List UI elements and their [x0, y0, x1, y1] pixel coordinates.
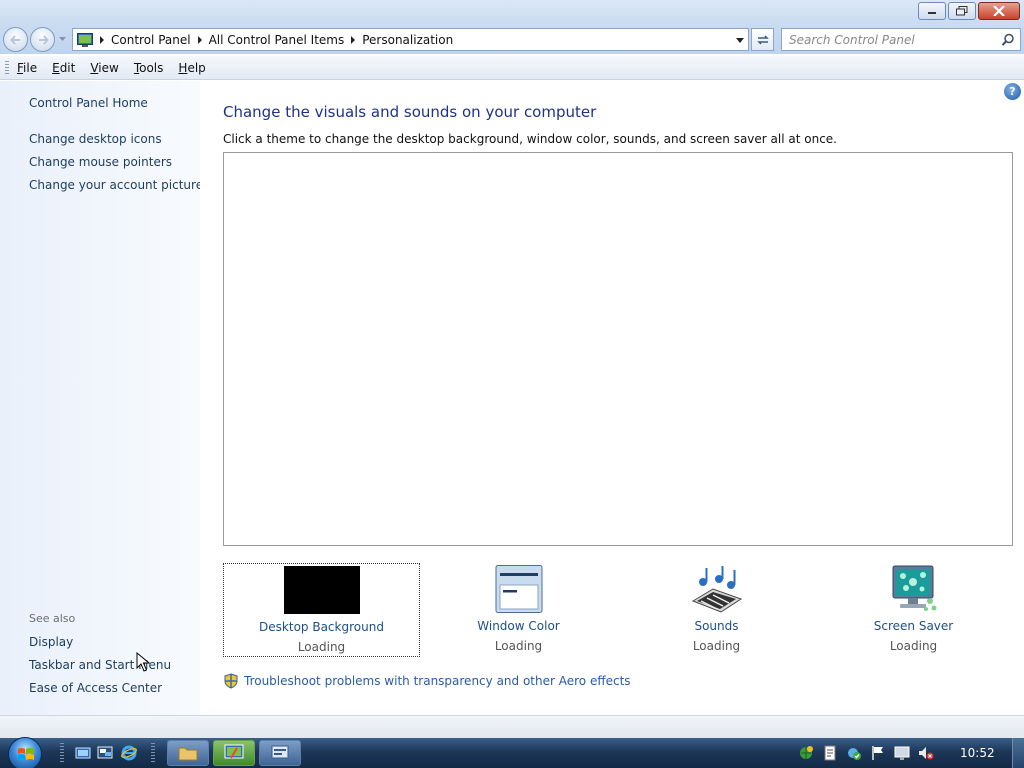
control-panel-home-link[interactable]: Control Panel Home	[29, 96, 148, 110]
search-icon[interactable]	[1001, 33, 1015, 47]
display-link[interactable]: Display	[29, 635, 73, 649]
start-button[interactable]	[8, 737, 42, 768]
clock[interactable]: 10:52	[960, 746, 995, 760]
back-arrow-icon	[10, 35, 20, 45]
see-also-heading: See also	[29, 612, 76, 625]
page-title: Change the visuals and sounds on your co…	[223, 103, 597, 121]
menu-help[interactable]: Help	[178, 61, 205, 75]
forward-arrow-icon	[39, 35, 49, 45]
remote-app[interactable]	[259, 740, 301, 766]
refresh-button[interactable]	[751, 28, 774, 51]
explorer-icon[interactable]	[75, 745, 91, 761]
navigation-bar: Control Panel All Control Panel Items Pe…	[0, 26, 1024, 54]
desktop-background-label: Desktop Background	[259, 620, 384, 634]
network-icon[interactable]	[798, 745, 814, 761]
menu-tools-label: ools	[139, 60, 164, 75]
change-account-picture-link[interactable]: Change your account picture	[29, 178, 203, 192]
window-color-tile[interactable]: Window Color Loading	[420, 563, 617, 657]
window-color-icon	[495, 565, 542, 613]
show-desktop-button[interactable]	[1012, 738, 1024, 768]
sounds-label: Sounds	[694, 619, 739, 633]
window-title-bar	[0, 0, 1024, 26]
troubleshoot-label[interactable]: Troubleshoot problems with transparency …	[244, 674, 631, 688]
breadcrumb-control-panel[interactable]: Control Panel	[111, 33, 191, 47]
screen-saver-tile[interactable]: Screen Saver Loading	[815, 563, 1012, 657]
screen-saver-icon	[892, 565, 936, 611]
breadcrumb-separator-icon[interactable]	[197, 35, 202, 44]
forward-button[interactable]	[30, 27, 55, 52]
window-color-label: Window Color	[477, 619, 560, 633]
status-bar	[0, 715, 1024, 738]
breadcrumb-personalization[interactable]: Personalization	[362, 33, 453, 47]
breadcrumb-all-control-panel-items[interactable]: All Control Panel Items	[209, 33, 345, 47]
sounds-tile[interactable]: Sounds Loading	[618, 563, 815, 657]
breadcrumb-separator-icon[interactable]	[351, 35, 356, 44]
desktop-background-status: Loading	[297, 640, 346, 654]
close-button[interactable]	[978, 2, 1020, 20]
refresh-icon	[756, 34, 769, 45]
volume-muted-icon[interactable]	[918, 745, 934, 761]
display-icon[interactable]	[894, 745, 910, 761]
breadcrumb-separator-icon[interactable]	[100, 35, 104, 44]
close-icon	[993, 6, 1005, 16]
back-button[interactable]	[3, 27, 28, 52]
screen-saver-status: Loading	[889, 639, 938, 653]
file-explorer-app[interactable]	[167, 740, 209, 766]
minimize-button[interactable]	[918, 2, 946, 20]
desktop-background-tile[interactable]: Desktop Background Loading	[223, 563, 420, 657]
flag-icon[interactable]	[870, 745, 886, 761]
personalization-app[interactable]	[213, 740, 255, 766]
folder-icon	[178, 747, 198, 761]
shield-icon	[224, 673, 238, 689]
windows-logo-icon	[18, 748, 34, 760]
taskbar-grip[interactable]	[151, 743, 155, 763]
search-box[interactable]	[781, 28, 1021, 51]
navigation-pane: Control Panel Home Change desktop icons …	[0, 81, 203, 715]
menu-file-label: ile	[23, 60, 38, 75]
menu-bar: File Edit View Tools Help	[0, 56, 1024, 80]
theme-list[interactable]	[223, 152, 1013, 546]
control-panel-app-icon	[224, 744, 244, 759]
menu-tools[interactable]: Tools	[134, 61, 164, 75]
control-panel-icon	[77, 32, 93, 47]
minimize-icon	[928, 12, 936, 14]
window-controls	[918, 2, 1020, 20]
remote-app-icon	[271, 745, 289, 759]
security-icon[interactable]	[846, 745, 862, 761]
menu-help-label: elp	[187, 60, 206, 75]
sounds-icon	[691, 566, 742, 613]
desktop-background-icon	[283, 566, 360, 614]
menu-view[interactable]: View	[90, 61, 118, 75]
change-mouse-pointers-link[interactable]: Change mouse pointers	[29, 155, 172, 169]
restore-icon	[956, 6, 968, 16]
change-desktop-icons-link[interactable]: Change desktop icons	[29, 132, 162, 146]
menu-edit-mnemonic: E	[52, 60, 60, 75]
internet-explorer-icon[interactable]	[121, 745, 137, 761]
menu-file[interactable]: File	[17, 61, 37, 75]
screen-saver-label: Screen Saver	[873, 619, 954, 633]
menu-edit-label: dit	[59, 60, 76, 75]
mouse-cursor-icon	[136, 652, 150, 672]
sounds-status: Loading	[692, 639, 741, 653]
address-bar[interactable]: Control Panel All Control Panel Items Pe…	[72, 28, 749, 51]
troubleshoot-link[interactable]: Troubleshoot problems with transparency …	[223, 673, 631, 689]
restore-button[interactable]	[948, 2, 976, 20]
window-color-status: Loading	[494, 639, 543, 653]
address-dropdown-icon[interactable]	[736, 38, 744, 43]
main-content: ? Change the visuals and sounds on your …	[200, 81, 1024, 715]
remote-desktop-icon[interactable]	[97, 745, 113, 761]
taskbar-grip[interactable]	[60, 743, 64, 763]
menu-edit[interactable]: Edit	[52, 61, 75, 75]
taskbar: 10:52	[0, 737, 1024, 768]
search-input[interactable]	[782, 29, 992, 50]
help-icon[interactable]: ?	[1004, 83, 1021, 100]
menu-view-label: iew	[98, 60, 119, 75]
ease-of-access-link[interactable]: Ease of Access Center	[29, 681, 162, 695]
recent-pages-chevron-icon[interactable]	[58, 35, 67, 44]
notes-icon[interactable]	[822, 745, 838, 761]
menu-grip	[5, 60, 9, 75]
page-description: Click a theme to change the desktop back…	[223, 132, 837, 146]
